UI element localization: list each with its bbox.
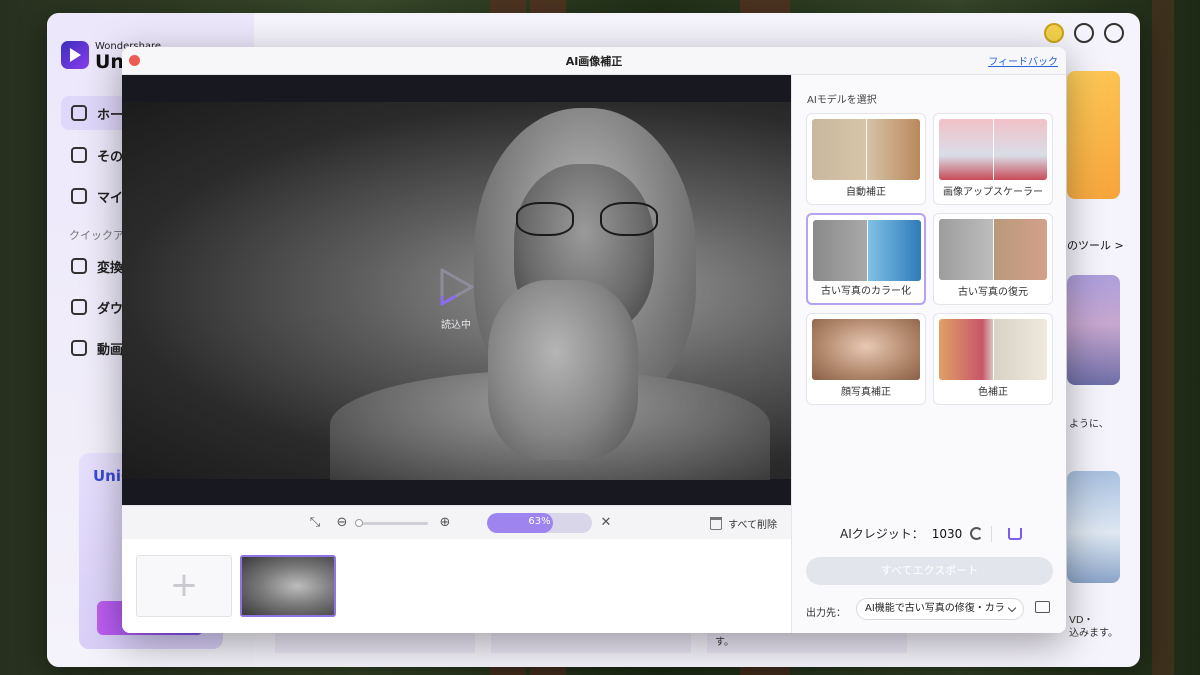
sidebar-item-label: 変換 <box>97 260 124 276</box>
model-thumb-landscape <box>939 119 1047 180</box>
sidebar-item-label: その <box>97 149 124 165</box>
preview-canvas: 読込中 <box>122 75 791 505</box>
credits-label: AIクレジット： <box>840 527 924 541</box>
delete-all-button[interactable]: すべて削除 <box>710 516 777 531</box>
sidebar-item-label: 動画 <box>97 342 124 358</box>
tool-card-image[interactable] <box>1067 275 1120 385</box>
trash-icon <box>710 517 723 530</box>
model-card-face[interactable]: 顔写真補正 <box>806 313 926 405</box>
thumbnail-strip: + <box>122 539 791 633</box>
chat-icon[interactable] <box>1074 23 1094 43</box>
toolbox-icon <box>71 147 87 163</box>
background-tree <box>1152 0 1174 675</box>
divider <box>991 525 993 542</box>
model-thumb-face <box>812 319 920 380</box>
cancel-progress-icon[interactable]: ✕ <box>598 515 614 531</box>
model-label: 自動補正 <box>846 187 886 198</box>
model-card-upscaler[interactable]: 画像アップスケーラー <box>933 113 1053 205</box>
avatar[interactable] <box>1044 23 1064 43</box>
feedback-link[interactable]: フィードバック <box>988 53 1058 68</box>
model-card-color[interactable]: 色補正 <box>933 313 1053 405</box>
output-folder-value: AI機能で古い写真の修復・カラ <box>865 603 1005 614</box>
file-icon <box>71 188 87 204</box>
ai-credits: AIクレジット： 1030 <box>840 525 1023 542</box>
app-logo-icon <box>61 41 89 69</box>
ai-image-enhancer-dialog: AI画像補正 フィードバック 読込中 ⤡ ⊖ ⊕ 63% ✕ すべて削除 + A… <box>122 47 1066 633</box>
model-label: 画像アップスケーラー <box>943 187 1043 198</box>
folder-icon[interactable] <box>1035 601 1050 613</box>
more-tools-link[interactable]: のツール > <box>1067 237 1124 253</box>
cart-icon[interactable] <box>1008 527 1023 540</box>
delete-all-label: すべて削除 <box>728 520 777 531</box>
dialog-title: AI画像補正 <box>565 55 623 68</box>
tool-card-text: 込みます。 <box>1069 628 1118 639</box>
dialog-titlebar: AI画像補正 フィードバック <box>122 47 1066 75</box>
loading-play-icon <box>440 268 474 306</box>
tool-card-text: ように、 <box>1069 419 1109 430</box>
loading-indicator: 読込中 <box>434 266 478 331</box>
download-icon <box>71 299 87 315</box>
convert-icon <box>71 258 87 274</box>
output-folder-select[interactable]: AI機能で古い写真の修復・カラ <box>856 598 1024 620</box>
model-thumb-houses <box>939 219 1047 280</box>
home-icon <box>71 105 87 121</box>
model-panel: AIモデルを選択 自動補正 画像アップスケーラー 古い写真のカラー化 古い写真の… <box>791 75 1066 633</box>
model-thumb-cat <box>812 119 920 180</box>
progress-label: 63% <box>528 516 551 527</box>
model-label: 顔写真補正 <box>841 387 891 398</box>
sidebar-item-label: ダウ <box>97 301 124 317</box>
zoom-in-icon[interactable]: ⊕ <box>437 515 453 531</box>
video-icon <box>71 340 87 356</box>
zoom-slider[interactable] <box>355 519 428 527</box>
export-all-button[interactable]: すべてエクスポート <box>806 557 1053 585</box>
zoom-slider-handle[interactable] <box>355 519 363 527</box>
photo-glasses-left <box>516 202 574 236</box>
model-label: 古い写真のカラー化 <box>821 286 911 297</box>
zoom-out-icon[interactable]: ⊖ <box>334 515 350 531</box>
preview-toolbar: ⤡ ⊖ ⊕ 63% ✕ すべて削除 <box>122 505 791 539</box>
model-label: 古い写真の復元 <box>958 287 1028 298</box>
tool-card-image[interactable] <box>1067 471 1120 583</box>
image-thumbnail[interactable] <box>240 555 336 617</box>
sidebar-item-label: ホー <box>97 107 124 123</box>
model-card-colorize[interactable]: 古い写真のカラー化 <box>806 213 926 305</box>
bottom-card-text: す。 <box>715 637 734 648</box>
model-card-restore[interactable]: 古い写真の復元 <box>933 213 1053 305</box>
processing-progress: 63% <box>487 513 592 533</box>
model-thumb-town <box>939 319 1047 380</box>
add-image-button[interactable]: + <box>136 555 232 617</box>
chevron-down-icon <box>1007 603 1017 613</box>
compare-icon[interactable]: ⤡ <box>307 515 323 531</box>
promo-card[interactable] <box>1067 71 1120 199</box>
headset-icon[interactable] <box>1104 23 1124 43</box>
model-thumb-car <box>813 220 921 281</box>
top-right-icons <box>1044 23 1124 43</box>
model-panel-heading: AIモデルを選択 <box>807 95 877 106</box>
refresh-icon[interactable] <box>970 527 984 540</box>
loading-text: 読込中 <box>441 320 471 331</box>
model-card-auto[interactable]: 自動補正 <box>806 113 926 205</box>
quick-access-label: クイックア <box>69 229 124 242</box>
model-label: 色補正 <box>978 387 1008 398</box>
photo-glasses-right <box>600 202 658 236</box>
output-label: 出力先： <box>806 608 846 619</box>
photo-hand <box>488 280 638 460</box>
credits-value: 1030 <box>931 526 963 541</box>
sidebar-item-label: マイ <box>97 190 124 206</box>
